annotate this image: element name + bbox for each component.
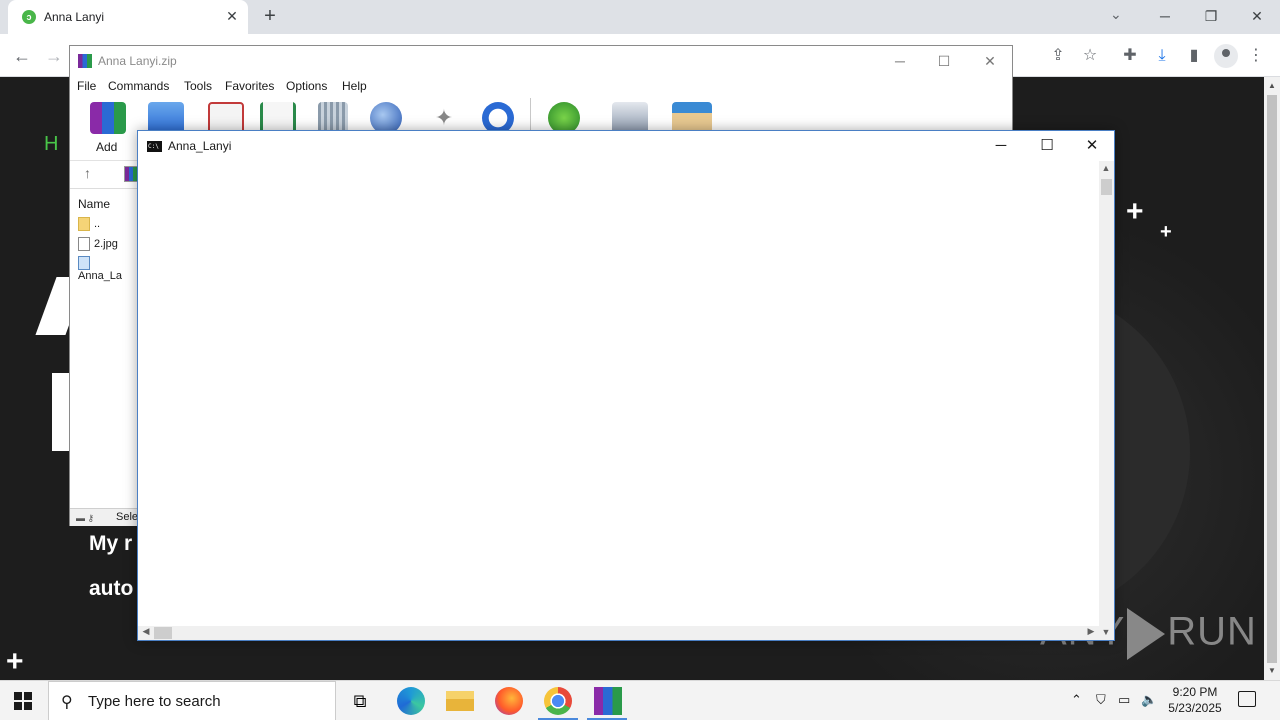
column-name-header[interactable]: Name: [78, 197, 110, 211]
browser-menu-icon[interactable]: ⋮: [1244, 44, 1268, 68]
windows-start-icon[interactable]: [14, 692, 32, 710]
winrar-app-icon: [78, 54, 92, 68]
bookmark-star-icon[interactable]: ☆: [1078, 44, 1102, 68]
winrar-taskbar-icon[interactable]: [594, 687, 622, 715]
page-intro-line-1: My r: [89, 532, 133, 555]
tray-volume-icon[interactable]: 🔈: [1141, 692, 1157, 708]
file-explorer-icon[interactable]: [446, 691, 474, 711]
browser-tab-strip: ↄ Anna Lanyi ✕ + ⌄ ─ ❐ ✕: [0, 0, 1280, 34]
back-arrow-icon[interactable]: ←: [9, 43, 35, 69]
console-horizontal-scrollbar[interactable]: ◀ ▶: [138, 626, 1099, 640]
play-triangle-icon: [1127, 608, 1166, 660]
task-view-icon[interactable]: ⧉: [346, 687, 374, 715]
edge-browser-icon[interactable]: [397, 687, 425, 715]
browser-close-button[interactable]: ✕: [1234, 4, 1280, 28]
scroll-up-arrow-icon[interactable]: ▲: [1099, 163, 1113, 173]
winrar-minimize-button[interactable]: ─: [878, 50, 922, 72]
clock-time: 9:20 PM: [1172, 685, 1218, 699]
menu-commands[interactable]: Commands: [108, 79, 169, 93]
console-window: C:\ Anna_Lanyi ─ ☐ ✕ ▲ ▼ ◀ ▶: [137, 130, 1115, 641]
drive-key-icon: ▬ ⚷: [76, 513, 95, 523]
tray-security-icon[interactable]: ⛉: [1096, 692, 1106, 708]
status-text: Sele: [116, 511, 139, 523]
page-scrollbar[interactable]: ▲ ▼: [1264, 77, 1280, 680]
folder-icon: [78, 217, 90, 231]
notification-center-icon[interactable]: [1238, 691, 1256, 707]
add-label[interactable]: Add: [96, 140, 117, 154]
file-row[interactable]: 2.jpg: [78, 237, 118, 255]
tab-title: Anna Lanyi: [44, 10, 105, 24]
browser-restore-button[interactable]: ❐: [1188, 4, 1234, 28]
console-output-area[interactable]: [138, 161, 1099, 626]
winrar-close-button[interactable]: ✕: [968, 50, 1012, 72]
vertical-scroll-thumb[interactable]: [1101, 179, 1112, 195]
windows-taskbar: ⚲ Type here to search ⧉ ⌃ ⛉ ▭ 🔈 9:20 PM …: [0, 680, 1280, 720]
file-row[interactable]: ..: [78, 217, 100, 235]
winrar-file-list: Name .. 2.jpg Anna_La: [70, 188, 138, 508]
scroll-down-arrow-icon[interactable]: ▼: [1264, 664, 1280, 678]
scroll-up-arrow-icon[interactable]: ▲: [1264, 79, 1280, 93]
menu-favorites[interactable]: Favorites: [225, 79, 274, 93]
console-title: Anna_Lanyi: [168, 139, 232, 153]
menu-file[interactable]: File: [77, 79, 96, 93]
console-minimize-button[interactable]: ─: [978, 133, 1024, 159]
winrar-title: Anna Lanyi.zip: [98, 54, 177, 68]
tab-close-icon[interactable]: ✕: [224, 8, 240, 24]
console-titlebar[interactable]: C:\ Anna_Lanyi ─ ☐ ✕: [138, 131, 1114, 161]
winrar-titlebar[interactable]: Anna Lanyi.zip ─ ☐ ✕: [70, 46, 1012, 76]
sparkle-icon: +: [1160, 221, 1172, 243]
executable-file-icon: [78, 256, 90, 270]
scroll-left-arrow-icon[interactable]: ◀: [139, 626, 153, 637]
file-name: 2.jpg: [94, 237, 118, 250]
up-folder-arrow-icon[interactable]: ↑: [84, 165, 91, 181]
page-intro-line-2: auto: [89, 577, 134, 600]
winrar-menubar: File Commands Tools Favorites Options He…: [70, 76, 1012, 96]
share-icon[interactable]: ⇪: [1046, 44, 1070, 68]
menu-tools[interactable]: Tools: [184, 79, 212, 93]
clock-date: 5/23/2025: [1168, 701, 1222, 715]
winrar-maximize-button[interactable]: ☐: [922, 50, 966, 72]
search-placeholder: Type here to search: [88, 693, 221, 710]
file-name: ..: [94, 217, 101, 230]
console-maximize-button[interactable]: ☐: [1024, 133, 1070, 159]
sparkle-icon: +: [6, 645, 24, 678]
console-app-icon: C:\: [147, 141, 162, 152]
image-file-icon: [78, 237, 90, 251]
file-row[interactable]: Anna_La: [78, 256, 138, 282]
taskbar-clock[interactable]: 9:20 PM 5/23/2025: [1160, 684, 1230, 716]
forward-arrow-icon[interactable]: →: [41, 43, 67, 69]
console-close-button[interactable]: ✕: [1069, 133, 1115, 159]
site-favicon-icon: ↄ: [22, 10, 36, 24]
menu-help[interactable]: Help: [342, 79, 367, 93]
horizontal-scroll-thumb[interactable]: [154, 627, 172, 639]
firefox-icon[interactable]: [495, 687, 523, 715]
scroll-right-arrow-icon[interactable]: ▶: [1084, 626, 1098, 637]
extensions-puzzle-icon[interactable]: ✚: [1118, 44, 1142, 68]
file-name: Anna_La: [78, 270, 123, 282]
sparkle-icon: +: [1126, 195, 1144, 228]
archive-path-icon: [124, 166, 138, 182]
scroll-down-arrow-icon[interactable]: ▼: [1099, 627, 1113, 637]
console-vertical-scrollbar[interactable]: ▲ ▼: [1099, 161, 1114, 640]
browser-tab[interactable]: ↄ Anna Lanyi ✕: [8, 0, 248, 34]
search-icon: ⚲: [61, 694, 73, 711]
profile-avatar-icon[interactable]: [1214, 44, 1238, 68]
chrome-icon[interactable]: [544, 687, 572, 715]
tray-chevron-up-icon[interactable]: ⌃: [1071, 692, 1082, 708]
menu-options[interactable]: Options: [286, 79, 327, 93]
add-archive-icon[interactable]: [90, 102, 126, 134]
taskbar-search-box[interactable]: ⚲ Type here to search: [48, 681, 336, 720]
download-icon[interactable]: ⤓: [1150, 44, 1174, 68]
tab-search-chevron-icon[interactable]: ⌄: [1110, 6, 1122, 23]
browser-minimize-button[interactable]: ─: [1142, 4, 1188, 28]
side-panel-icon[interactable]: ▮: [1182, 44, 1206, 68]
tray-network-icon[interactable]: ▭: [1118, 692, 1130, 708]
page-scroll-thumb[interactable]: [1267, 95, 1277, 663]
watermark-right: RUN: [1167, 609, 1257, 654]
new-tab-button[interactable]: +: [258, 4, 282, 28]
